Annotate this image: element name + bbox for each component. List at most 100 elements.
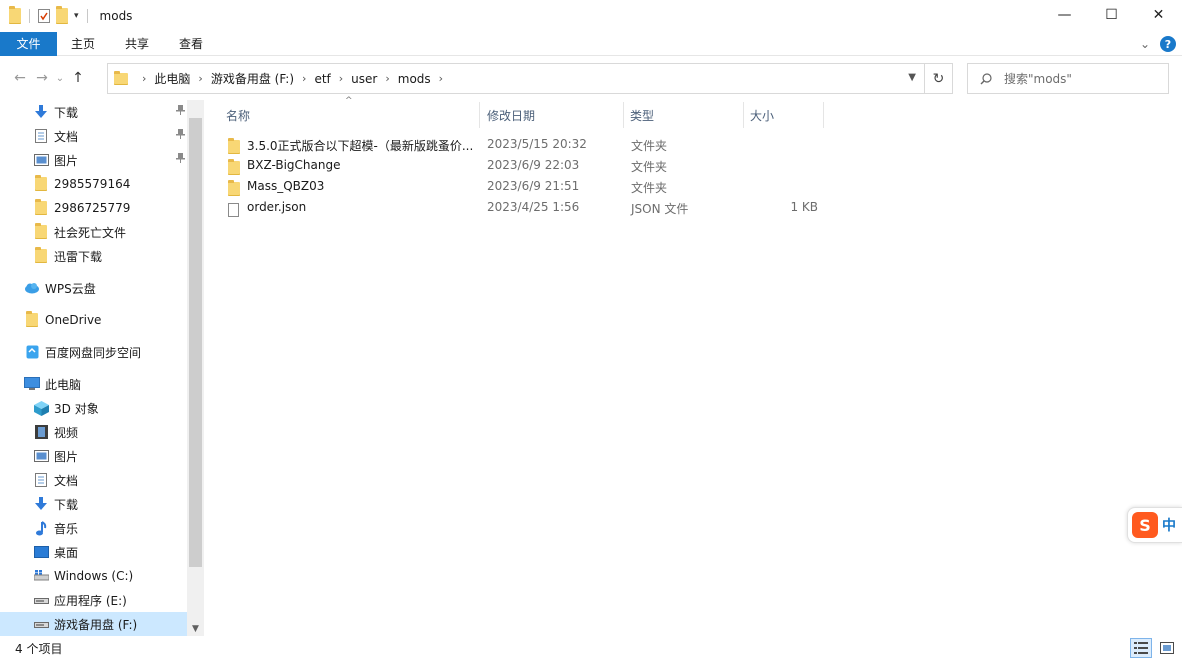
folder-icon	[33, 247, 49, 264]
cube-icon	[33, 400, 49, 416]
tab-view[interactable]: 查看	[164, 32, 218, 56]
large-icons-view-icon[interactable]	[1156, 638, 1178, 658]
folder-icon	[33, 223, 49, 240]
sidebar-item[interactable]: 图片	[0, 444, 187, 468]
chevron-right-icon[interactable]: ›	[198, 72, 202, 85]
column-header-modified[interactable]: 修改日期	[481, 102, 624, 128]
sidebar-item[interactable]: 桌面	[0, 540, 187, 564]
chevron-right-icon[interactable]: ›	[439, 72, 443, 85]
sidebar-item-label: 此电脑	[45, 377, 82, 392]
drive-windows-icon	[33, 568, 49, 584]
status-bar: 4 个项目	[0, 636, 1182, 660]
file-type: JSON 文件	[631, 202, 689, 216]
pictures-icon	[33, 152, 49, 168]
baidu-sync-icon	[24, 344, 40, 360]
file-size: 1 KB	[790, 200, 818, 214]
sidebar-item[interactable]: 图片	[0, 148, 187, 172]
sidebar-item[interactable]: 3D 对象	[0, 396, 187, 420]
file-modified: 2023/5/15 20:32	[487, 137, 587, 151]
new-folder-icon[interactable]	[56, 6, 68, 24]
sidebar-item[interactable]: 文档	[0, 124, 187, 148]
sidebar-item-label: 游戏备用盘 (F:)	[54, 617, 138, 632]
sidebar-item-label: 文档	[54, 129, 79, 144]
close-button[interactable]: ✕	[1135, 0, 1182, 30]
column-header-size[interactable]: 大小	[744, 102, 824, 128]
pin-icon	[176, 105, 185, 118]
file-modified: 2023/6/9 21:51	[487, 179, 580, 193]
help-icon[interactable]: ?	[1160, 36, 1176, 52]
ime-indicator[interactable]: S 中	[1127, 507, 1182, 543]
breadcrumb-item[interactable]: 游戏备用盘 (F:)	[211, 70, 294, 87]
breadcrumb-item[interactable]: mods	[398, 72, 431, 86]
drive-icon	[33, 616, 49, 632]
folder-icon	[24, 311, 40, 328]
file-row[interactable]: 3.5.0正式版合以下超模-（最新版跳蚤价... 2023/5/15 20:32 文…	[222, 134, 822, 155]
properties-icon[interactable]	[38, 9, 50, 23]
expand-ribbon-icon[interactable]: ⌄	[1140, 37, 1150, 51]
file-row[interactable]: Mass_QBZ03 2023/6/9 21:51 文件夹	[222, 176, 822, 197]
file-type: 文件夹	[631, 160, 668, 174]
column-header-label: 修改日期	[487, 108, 536, 123]
back-button[interactable]: ←	[9, 70, 31, 86]
tab-file[interactable]: 文件	[0, 31, 57, 56]
scroll-down-arrow[interactable]: ▼	[187, 624, 204, 634]
breadcrumb-item[interactable]: etf	[314, 72, 330, 86]
breadcrumb-item[interactable]: user	[351, 72, 377, 86]
sidebar-item-label: 2985579164	[54, 177, 131, 191]
sogou-logo-icon: S	[1132, 512, 1158, 538]
navigation-bar: ← → ⌄ ↑ › 此电脑 › 游戏备用盘 (F:) › etf › user …	[0, 62, 1182, 94]
sidebar-item[interactable]: 社会死亡文件	[0, 220, 187, 244]
navigation-pane: ▼ 下载 文档 图片 2985579164 2986725779 社会死亡文件 迅雷下载 WP…	[0, 100, 205, 636]
up-button[interactable]: ↑	[67, 70, 89, 86]
refresh-button[interactable]: ↻	[924, 64, 952, 93]
sidebar-item[interactable]: 下载	[0, 492, 187, 516]
sidebar-item[interactable]: 文档	[0, 468, 187, 492]
sidebar-item[interactable]: 应用程序 (E:)	[0, 588, 187, 612]
chevron-right-icon[interactable]: ›	[142, 72, 146, 85]
customize-toolbar-icon[interactable]: ▾	[74, 11, 79, 21]
sidebar-item-label: 视频	[54, 425, 79, 440]
column-header-label: 大小	[750, 108, 775, 123]
sidebar-item[interactable]: WPS云盘	[0, 276, 187, 300]
scrollbar-thumb[interactable]	[189, 118, 202, 567]
sidebar-scrollbar[interactable]: ▼	[187, 100, 204, 636]
breadcrumb-item[interactable]: 此电脑	[154, 70, 190, 87]
sidebar-item[interactable]: 此电脑	[0, 372, 187, 396]
sidebar-item-label: 下载	[54, 105, 79, 120]
column-header-type[interactable]: 类型	[624, 102, 744, 128]
forward-button[interactable]: →	[31, 70, 53, 86]
recent-locations-icon[interactable]: ⌄	[53, 73, 67, 84]
ime-language: 中	[1162, 518, 1176, 534]
file-row[interactable]: order.json 2023/4/25 1:56 JSON 文件 1 KB	[222, 197, 822, 218]
search-input[interactable]: 搜索"mods"	[967, 63, 1169, 94]
tab-share[interactable]: 共享	[110, 32, 164, 56]
sidebar-item-label: 迅雷下载	[54, 249, 103, 264]
sidebar-item-label: 音乐	[54, 521, 79, 536]
item-count: 4 个项目	[15, 641, 63, 656]
sidebar-item[interactable]: 2985579164	[0, 172, 187, 196]
chevron-right-icon[interactable]: ›	[339, 72, 343, 85]
file-type: 文件夹	[631, 181, 668, 195]
details-view-icon[interactable]	[1130, 638, 1152, 658]
address-bar[interactable]: › 此电脑 › 游戏备用盘 (F:) › etf › user › mods ›…	[107, 63, 953, 94]
tab-home[interactable]: 主页	[57, 32, 110, 56]
sidebar-item[interactable]: 百度网盘同步空间	[0, 340, 187, 364]
file-row[interactable]: BXZ-BigChange 2023/6/9 22:03 文件夹	[222, 155, 822, 176]
sidebar-item[interactable]: 下载	[0, 100, 187, 124]
sidebar-item[interactable]: 迅雷下载	[0, 244, 187, 268]
chevron-right-icon[interactable]: ›	[385, 72, 389, 85]
maximize-button[interactable]: ☐	[1088, 0, 1135, 30]
window-title: mods	[99, 9, 133, 23]
minimize-button[interactable]: —	[1041, 0, 1088, 30]
sidebar-item[interactable]: 2986725779	[0, 196, 187, 220]
pin-icon	[176, 129, 185, 142]
sidebar-item[interactable]: OneDrive	[0, 308, 187, 332]
sidebar-item[interactable]: Windows (C:)	[0, 564, 187, 588]
download-icon	[33, 104, 49, 120]
sidebar-item[interactable]: 视频	[0, 420, 187, 444]
folder-icon	[9, 6, 21, 24]
address-dropdown-icon[interactable]: ▼	[908, 72, 916, 83]
chevron-right-icon[interactable]: ›	[302, 72, 306, 85]
sidebar-item[interactable]: 音乐	[0, 516, 187, 540]
sidebar-item[interactable]: 游戏备用盘 (F:)	[0, 612, 187, 636]
